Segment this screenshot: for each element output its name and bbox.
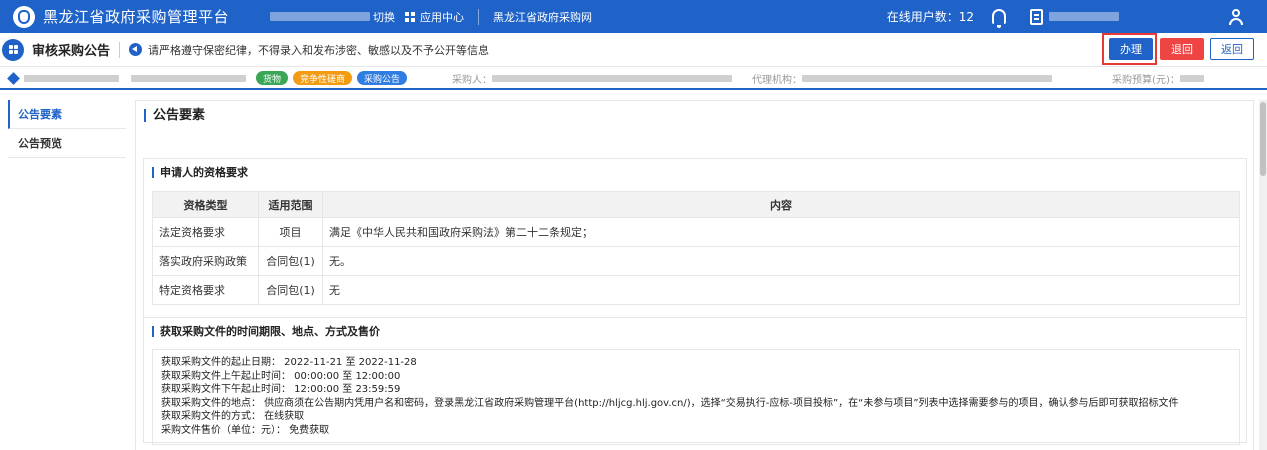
info-line: 获取采购文件的方式： 在线获取	[161, 411, 305, 422]
username-redacted	[1049, 12, 1119, 21]
page-header: 审核采购公告 请严格遵守保密纪律，不得录入和发布涉密、敏感以及不予公开等信息	[0, 33, 1267, 67]
notice-text: 请严格遵守保密纪律，不得录入和发布涉密、敏感以及不予公开等信息	[148, 43, 490, 57]
table-cell: 项目	[258, 217, 323, 247]
app-center-button[interactable]: 应用中心	[405, 9, 464, 25]
document-icon[interactable]	[1030, 8, 1043, 25]
purchaser-redacted	[492, 74, 733, 82]
user-org-redacted	[270, 12, 370, 21]
section-title: 公告要素	[144, 109, 205, 122]
reject-button[interactable]: 退回	[1160, 38, 1204, 60]
agency-redacted	[802, 74, 1053, 82]
nav-item-elements[interactable]: 公告要素	[8, 100, 126, 129]
table-cell: 满足《中华人民共和国政府采购法》第二十二条规定；	[322, 217, 1240, 247]
online-users-count: 12	[958, 9, 974, 24]
switch-link[interactable]: 切换	[373, 9, 395, 25]
table-row: 落实政府采购政策 合同包(1) 无。	[152, 246, 1240, 276]
table-cell: 法定资格要求	[152, 217, 259, 247]
platform-logo-icon	[13, 5, 35, 28]
tag-goods: 货物	[256, 71, 289, 85]
purchaser-label: 采购人：	[452, 74, 493, 86]
budget-label: 采购预算(元)：	[1112, 74, 1180, 86]
table-header: 内容	[322, 191, 1240, 218]
top-nav: 切换 应用中心 黑龙江省政府采购网	[270, 0, 592, 33]
table-header-row: 资格类型 适用范围 内容	[152, 191, 1240, 218]
tag-label: 采购公告	[364, 74, 401, 85]
tag-method: 竞争性磋商	[293, 71, 353, 85]
bell-icon[interactable]	[992, 9, 1006, 28]
main-panel: 公告要素 申请人的资格要求 资格类型 适用范围 内容 法定资格要求 项目 满足《…	[135, 100, 1254, 450]
layers-icon	[7, 71, 20, 85]
table-cell: 特定资格要求	[152, 275, 259, 305]
table-header: 适用范围	[258, 191, 323, 218]
qualification-title: 申请人的资格要求	[152, 167, 1246, 178]
site-link[interactable]: 黑龙江省政府采购网	[493, 9, 592, 25]
tag-label: 货物	[263, 74, 282, 85]
app-title: 黑龙江省政府采购管理平台	[43, 8, 230, 26]
obtain-docs-title: 获取采购文件的时间期限、地点、方式及售价	[152, 326, 1246, 337]
left-nav: 公告要素 公告预览	[8, 100, 126, 158]
project-name-redacted	[131, 74, 246, 82]
info-line: 获取采购文件下午起止时间： 12:00:00 至 23:59:59	[161, 384, 401, 395]
table-cell: 落实政府采购政策	[152, 246, 259, 276]
agency-label: 代理机构：	[752, 74, 803, 86]
info-line: 采购文件售价（单位：元）： 免费获取	[161, 424, 330, 436]
app-center-label: 应用中心	[420, 10, 464, 24]
page-title: 审核采购公告	[32, 44, 111, 59]
table-cell: 无。	[322, 246, 1240, 276]
tag-notice-type: 采购公告	[357, 71, 408, 85]
grid-icon	[8, 45, 18, 54]
budget-redacted	[1179, 74, 1204, 82]
qualification-section: 申请人的资格要求 资格类型 适用范围 内容 法定资格要求 项目 满足《中华人民共…	[143, 158, 1247, 318]
tag-label: 竞争性磋商	[300, 74, 346, 85]
back-button[interactable]: 返回	[1210, 38, 1254, 60]
project-code-redacted	[24, 74, 119, 82]
table-cell: 合同包(1)	[258, 246, 323, 276]
project-info-row: 货物 竞争性磋商 采购公告 采购人： 代理机构： 采购预算(元)：	[0, 68, 1267, 90]
scrollbar-thumb[interactable]	[1260, 102, 1266, 176]
speaker-icon	[129, 43, 143, 56]
top-right-area: 在线用户数： 12	[887, 0, 1267, 33]
divider	[119, 41, 121, 58]
table-cell: 合同包(1)	[258, 275, 323, 305]
grid-icon	[405, 11, 415, 22]
nav-item-preview[interactable]: 公告预览	[8, 129, 126, 158]
obtain-docs-content: 获取采购文件的起止日期： 2022-11-21 至 2022-11-28 获取采…	[152, 349, 1240, 445]
obtain-docs-section: 获取采购文件的时间期限、地点、方式及售价 获取采购文件的起止日期： 2022-1…	[143, 317, 1247, 445]
table-row: 特定资格要求 合同包(1) 无	[152, 275, 1240, 305]
qualification-table: 资格类型 适用范围 内容 法定资格要求 项目 满足《中华人民共和国政府采购法》第…	[152, 191, 1240, 305]
table-row: 法定资格要求 项目 满足《中华人民共和国政府采购法》第二十二条规定；	[152, 217, 1240, 247]
top-bar: 黑龙江省政府采购管理平台 切换 应用中心 黑龙江省政府采购网 在线用户数： 12	[0, 0, 1267, 33]
info-line: 获取采购文件上午起止时间： 00:00:00 至 12:00:00	[161, 370, 401, 382]
online-users-label: 在线用户数：	[886, 10, 959, 24]
info-line: 获取采购文件的起止日期： 2022-11-21 至 2022-11-28	[161, 357, 417, 368]
table-header: 资格类型	[152, 191, 259, 218]
divider	[478, 8, 479, 25]
menu-button[interactable]	[2, 38, 24, 61]
handle-button[interactable]: 办理	[1109, 38, 1153, 60]
info-line: 获取采购文件的地点： 供应商须在公告期内凭用户名和密码，登录黑龙江省政府采购管理…	[161, 397, 1179, 409]
table-cell: 无	[322, 275, 1240, 305]
user-icon[interactable]	[1229, 8, 1243, 25]
